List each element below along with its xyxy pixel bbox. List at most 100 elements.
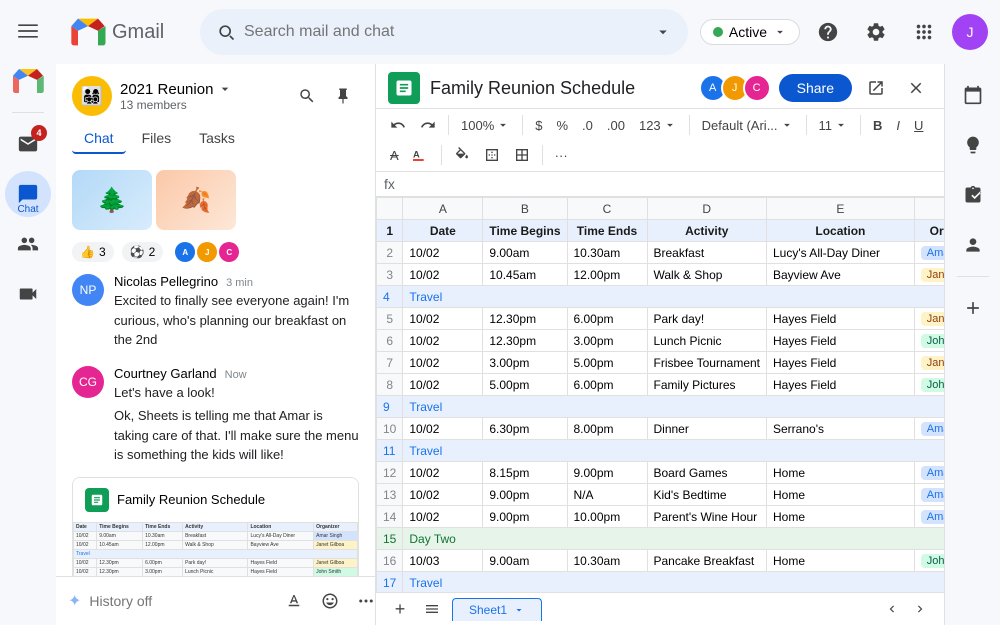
add-sheet-btn[interactable]: + (388, 597, 412, 621)
reaction-soccer[interactable]: ⚽ 2 (122, 242, 164, 262)
fill-color-btn[interactable] (448, 141, 476, 169)
decimal-dec-btn[interactable]: .0 (576, 111, 599, 139)
table-row: 17 Travel (377, 572, 945, 593)
col-header-a[interactable]: A (403, 198, 483, 220)
sheets-app-icon (388, 72, 420, 104)
right-panel-keep-btn[interactable] (950, 122, 996, 168)
group-info: 2021 Reunion 13 members (120, 81, 233, 112)
format-toolbar: 100% $ % .0 .00 123 Default (Ari... (376, 109, 944, 172)
right-panel-calendar-btn[interactable] (950, 72, 996, 118)
col-header-e[interactable]: E (767, 198, 915, 220)
scroll-left-btn[interactable] (880, 597, 904, 621)
font-family-btn[interactable]: Default (Ari... (696, 111, 800, 139)
col-header-c[interactable]: C (567, 198, 647, 220)
table-row: 14 10/02 9.00pm 10.00pm Parent's Wine Ho… (377, 506, 945, 528)
sheet-grid-wrapper[interactable]: A B C D E F G 1 Date (376, 197, 944, 592)
help-btn[interactable] (808, 12, 848, 52)
fmt-div-7 (542, 145, 543, 165)
chat-search-btn[interactable] (291, 80, 323, 112)
sheet-collaborator-avatars: A J C (705, 74, 771, 102)
nav-separator (12, 112, 44, 113)
gmail-logo (5, 58, 51, 104)
sheets-icon (85, 488, 109, 512)
time-nicolas: 3 min (226, 277, 253, 289)
table-row: 7 10/02 3.00pm 5.00pm Frisbee Tournament… (377, 352, 945, 374)
reaction-avatars: A J C (175, 242, 239, 262)
search-input[interactable] (244, 23, 646, 41)
thumbnail-2: 🍂 (156, 170, 236, 230)
italic-btn[interactable]: I (890, 111, 906, 139)
gmail-logo-text: Gmail (68, 12, 188, 52)
sheet-title: Family Reunion Schedule (430, 78, 635, 99)
tab-files[interactable]: Files (130, 124, 184, 154)
currency-btn[interactable]: $ (529, 111, 548, 139)
msg-content-nicolas: Nicolas Pellegrino 3 min Excited to fina… (114, 274, 359, 350)
fmt-div-3 (689, 115, 690, 135)
redo-btn[interactable] (414, 111, 442, 139)
reaction-thumbs-up[interactable]: 👍 3 (72, 242, 114, 262)
borders-btn[interactable] (478, 141, 506, 169)
tab-tasks[interactable]: Tasks (187, 124, 247, 154)
message-nicolas: NP Nicolas Pellegrino 3 min Excited to f… (56, 266, 375, 358)
apps-btn[interactable] (904, 12, 944, 52)
nav-meet-btn[interactable] (5, 271, 51, 317)
right-panel-contacts-btn[interactable] (950, 222, 996, 268)
underline-btn[interactable]: U (908, 111, 929, 139)
sheet-list-btn[interactable] (420, 597, 444, 621)
chat-pin-btn[interactable] (327, 80, 359, 112)
percent-btn[interactable]: % (550, 111, 574, 139)
table-row: 2 10/02 9.00am 10.30am Breakfast Lucy's … (377, 242, 945, 264)
col-header-b[interactable]: B (483, 198, 567, 220)
file-card-schedule[interactable]: Family Reunion Schedule Date Time Begins… (72, 477, 359, 577)
table-row: 9 Travel (377, 396, 945, 418)
formula-icon: fx (384, 176, 395, 192)
thumbnail-strip: 🌲 🍂 (56, 162, 375, 238)
file-card-header: Family Reunion Schedule (73, 478, 358, 522)
nav-mail-btn[interactable]: 4 (5, 121, 51, 167)
scroll-right-btn[interactable] (908, 597, 932, 621)
format-num-btn[interactable]: 123 (633, 111, 683, 139)
decimal-inc-btn[interactable]: .00 (601, 111, 631, 139)
sheet-tab-1[interactable]: Sheet1 (452, 598, 542, 621)
merge-cells-btn[interactable] (508, 141, 536, 169)
undo-btn[interactable] (384, 111, 412, 139)
active-dropdown-icon (773, 25, 787, 39)
text-color-btn[interactable]: A (407, 141, 435, 169)
strikethrough-btn[interactable]: A (384, 141, 405, 169)
search-bar[interactable] (200, 9, 688, 55)
table-row: 12 10/02 8.15pm 9.00pm Board Games Home … (377, 462, 945, 484)
bold-btn[interactable]: B (867, 111, 888, 139)
right-panel-add-btn[interactable] (950, 285, 996, 331)
nav-chat-btn[interactable]: Chat (5, 171, 51, 217)
search-dropdown-icon[interactable] (654, 23, 672, 41)
fmt-div-5 (860, 115, 861, 135)
hamburger-menu-btn[interactable] (5, 8, 51, 54)
user-avatar[interactable]: J (952, 14, 988, 50)
right-panel (944, 64, 1000, 625)
active-status-badge[interactable]: Active (700, 19, 800, 45)
open-in-new-btn[interactable] (860, 72, 892, 104)
col-header-d[interactable]: D (647, 198, 767, 220)
format-text-btn[interactable] (278, 585, 310, 617)
zoom-btn[interactable]: 100% (455, 111, 516, 139)
text-courtney-1: Let's have a look! (114, 383, 359, 403)
col-header-f[interactable]: F (914, 198, 944, 220)
group-dropdown-icon[interactable] (217, 81, 233, 97)
settings-btn[interactable] (856, 12, 896, 52)
font-size-btn[interactable]: 11 (813, 111, 855, 139)
chat-sidebar-icons (291, 80, 359, 112)
content-area: 👨‍👩‍👧‍👦 2021 Reunion 13 members (56, 64, 1000, 625)
format-num-dropdown-icon (663, 118, 677, 132)
ai-sparkle-btn[interactable]: ✦ (68, 587, 81, 615)
more-format-btn[interactable]: ··· (549, 141, 574, 169)
nav-spaces-btn[interactable] (5, 221, 51, 267)
chat-input[interactable] (89, 593, 270, 609)
fill-color-icon (454, 147, 470, 163)
share-button[interactable]: Share (779, 74, 852, 102)
right-panel-tasks-btn[interactable] (950, 172, 996, 218)
close-sheet-btn[interactable] (900, 72, 932, 104)
group-members: 13 members (120, 98, 233, 112)
tab-chat[interactable]: Chat (72, 124, 126, 154)
reaction-avatar-2: J (197, 242, 217, 262)
emoji-btn[interactable] (314, 585, 346, 617)
